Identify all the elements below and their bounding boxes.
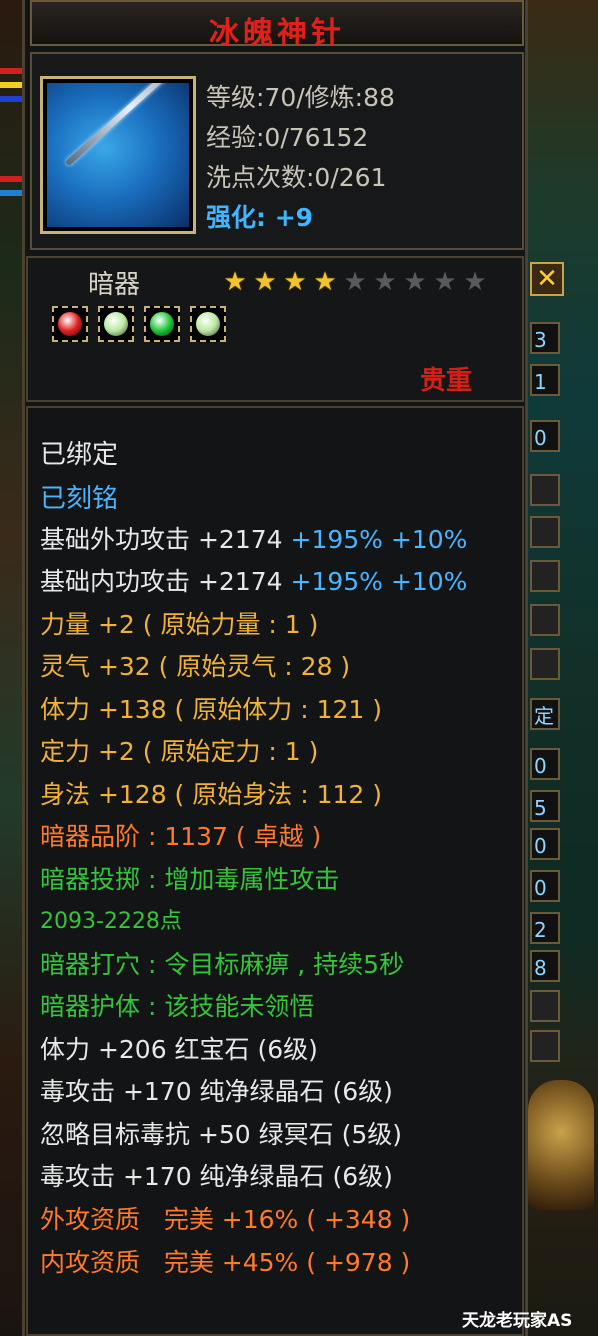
side-tab[interactable]: 8	[530, 950, 560, 982]
star-empty-icon: ★	[403, 267, 427, 297]
exp-stat: 经验:0/76152	[206, 123, 369, 152]
title-bar: 冰魄神针	[30, 0, 524, 51]
level-stat: 等级:70/修炼:88	[206, 83, 395, 112]
throw-skill-line: 暗器投掷 : 增加毒属性攻击	[40, 865, 340, 894]
red-gem-icon	[58, 312, 82, 336]
spirit-line: 灵气 +32 ( 原始灵气 : 28 )	[40, 652, 351, 681]
bound-status: 已绑定	[40, 440, 119, 470]
side-tab[interactable]: 0	[530, 828, 560, 860]
side-tab[interactable]: 定	[530, 698, 560, 730]
side-tab[interactable]	[530, 1030, 560, 1062]
bg-stripe	[0, 190, 24, 196]
side-tab[interactable]	[530, 560, 560, 592]
star-empty-icon: ★	[433, 267, 457, 297]
gem-slot[interactable]	[98, 306, 134, 342]
outer-attack-label: 基础外功攻击	[40, 525, 191, 554]
outer-attack-bonus: +10%	[390, 525, 468, 554]
gem-slots	[52, 306, 226, 342]
inner-attack-line: 基础内功攻击 +2174 +195% +10%	[40, 562, 467, 598]
rarity-label: 贵重	[420, 366, 473, 396]
gem-line-4: 毒攻击 +170 纯净绿晶石 (6级)	[40, 1162, 393, 1191]
close-button[interactable]: ✕	[530, 262, 564, 296]
enhance-stat: 强化: +9	[206, 198, 313, 234]
bg-stripe	[0, 96, 24, 102]
side-tab[interactable]	[530, 648, 560, 680]
green-gem-icon	[150, 312, 174, 336]
star-filled-icon: ★	[223, 267, 247, 297]
side-tab[interactable]: 2	[530, 912, 560, 944]
star-filled-icon: ★	[283, 267, 307, 297]
side-tab[interactable]	[530, 474, 560, 506]
outer-attack-value: +2174	[197, 525, 283, 554]
inner-attack-pct: +195%	[290, 567, 383, 596]
focus-line: 定力 +2 ( 原始定力 : 1 )	[40, 737, 319, 766]
watermark: 天龙老玩家AS	[462, 1311, 573, 1331]
background-left	[0, 0, 24, 1336]
side-tab[interactable]	[530, 990, 560, 1022]
grade-line: 暗器品阶 : 1137 ( 卓越 )	[40, 822, 322, 851]
agility-line: 身法 +128 ( 原始身法 : 112 )	[40, 780, 382, 809]
side-tab[interactable]: 0	[530, 748, 560, 780]
inner-attack-label: 基础内功攻击	[40, 567, 191, 596]
star-filled-icon: ★	[313, 267, 337, 297]
star-empty-icon: ★	[463, 267, 487, 297]
bg-stripe	[0, 176, 24, 182]
item-title: 冰魄神针	[209, 16, 345, 51]
acupoint-skill-line: 暗器打穴 : 令目标麻痹 , 持续5秒	[40, 950, 405, 979]
gem-slot[interactable]	[190, 306, 226, 342]
gem-line-3: 忽略目标毒抗 +50 绿冥石 (5级)	[40, 1120, 403, 1149]
engraved-status: 已刻铭	[40, 484, 119, 514]
throw-range-line: 2093-2228点	[40, 909, 182, 934]
inner-quality-line: 内攻资质 完美 +45% ( +978 )	[40, 1248, 411, 1277]
side-tab[interactable]: 1	[530, 364, 560, 396]
star-empty-icon: ★	[373, 267, 397, 297]
outer-quality-line: 外攻资质 完美 +16% ( +348 )	[40, 1205, 411, 1234]
enhance-label: 强化:	[206, 203, 266, 232]
gem-line-1: 体力 +206 红宝石 (6级)	[40, 1035, 318, 1064]
inner-attack-value: +2174	[197, 567, 283, 596]
gem-line-2: 毒攻击 +170 纯净绿晶石 (6级)	[40, 1077, 393, 1106]
star-empty-icon: ★	[343, 267, 367, 297]
bg-stripe	[0, 68, 24, 74]
side-tab[interactable]: 3	[530, 322, 560, 354]
needle-icon	[47, 83, 189, 227]
side-tab[interactable]: 5	[530, 790, 560, 822]
dragon-ornament-icon	[528, 1080, 594, 1210]
side-tab[interactable]: 0	[530, 870, 560, 902]
star-filled-icon: ★	[253, 267, 277, 297]
outer-attack-line: 基础外功攻击 +2174 +195% +10%	[40, 520, 467, 556]
pale-green-gem-icon	[196, 312, 220, 336]
item-icon	[40, 76, 196, 234]
inner-attack-bonus: +10%	[390, 567, 468, 596]
pale-green-gem-icon	[104, 312, 128, 336]
reset-stat: 洗点次数:0/261	[206, 163, 387, 192]
guard-skill-line: 暗器护体 : 该技能未领悟	[40, 992, 315, 1021]
outer-attack-pct: +195%	[290, 525, 383, 554]
side-tab[interactable]: 0	[530, 420, 560, 452]
strength-line: 力量 +2 ( 原始力量 : 1 )	[40, 610, 319, 639]
vitality-line: 体力 +138 ( 原始体力 : 121 )	[40, 695, 382, 724]
enhance-value: +9	[274, 203, 314, 232]
gem-slot[interactable]	[52, 306, 88, 342]
bg-stripe	[0, 82, 24, 88]
side-tab[interactable]	[530, 516, 560, 548]
gem-slot[interactable]	[144, 306, 180, 342]
item-type: 暗器	[88, 270, 141, 300]
star-rating: ★ ★ ★ ★ ★ ★ ★ ★ ★	[222, 268, 488, 296]
side-tab[interactable]	[530, 604, 560, 636]
